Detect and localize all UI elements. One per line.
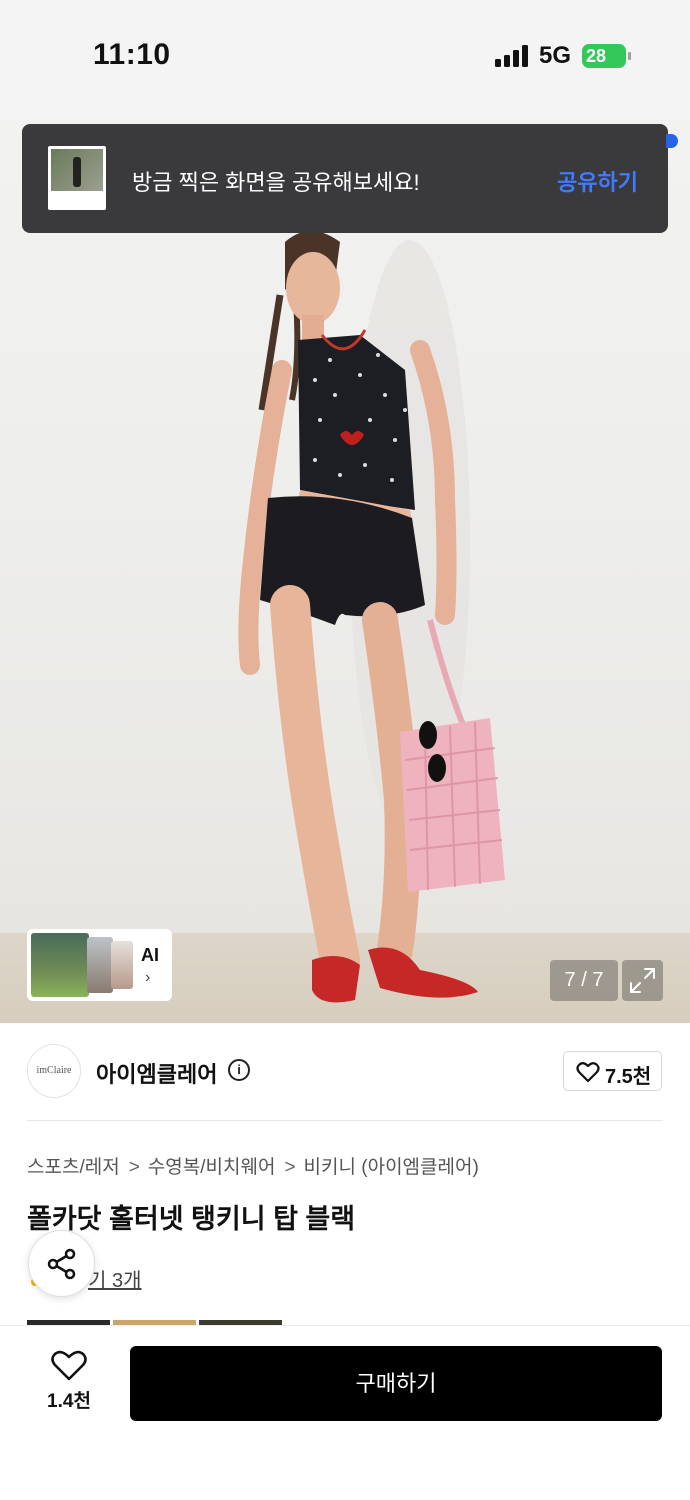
share-now-button[interactable]: 공유하기 [557, 165, 638, 197]
brand-like-count: 7.5천 [605, 1066, 652, 1088]
ai-thumbnail-2 [87, 937, 113, 993]
expand-button[interactable] [622, 960, 663, 1001]
brand-logo[interactable]: imClaire [27, 1044, 81, 1098]
review-link[interactable]: 기 3개 [88, 1264, 141, 1293]
product-title: 폴카닷 홀터넷 탱키니 탑 블랙 [27, 1204, 356, 1234]
brand-like-button[interactable]: 7.5천 [563, 1051, 662, 1091]
divider [27, 1120, 663, 1121]
info-icon[interactable]: i [228, 1059, 250, 1081]
battery-icon: 28 [582, 44, 631, 68]
thumbnail-image [51, 149, 103, 191]
screenshot-thumbnail[interactable] [48, 146, 106, 210]
breadcrumb: 스포츠/레저 > 수영복/비치웨어 > 비키니 (아이엠클레어) [27, 1152, 479, 1179]
signal-icon [495, 45, 529, 67]
network-type: 5G [539, 42, 572, 69]
share-icon [47, 1248, 76, 1280]
heart-icon [576, 1062, 600, 1083]
breadcrumb-item-sports[interactable]: 스포츠/레저 [27, 1157, 120, 1178]
ai-label: AI [141, 945, 159, 965]
bottom-action-bar: 1.4천 구매하기 [0, 1325, 690, 1500]
wishlist-button[interactable]: 1.4천 [36, 1350, 102, 1420]
expand-icon [630, 968, 655, 993]
breadcrumb-item-swimwear[interactable]: 수영복/비치웨어 [148, 1157, 276, 1178]
battery-level: 28 [586, 46, 607, 66]
chevron-right-icon: › [145, 969, 151, 986]
chevron-right-icon: > [284, 1157, 296, 1178]
image-counter: 7 / 7 [550, 960, 618, 1001]
buy-button[interactable]: 구매하기 [130, 1346, 662, 1421]
product-image[interactable] [0, 120, 690, 1023]
model-photo [238, 231, 505, 1003]
wishlist-count: 1.4천 [47, 1391, 91, 1412]
status-bar: 11:10 5G 28 [0, 0, 690, 120]
chevron-right-icon: > [128, 1157, 140, 1178]
status-time: 11:10 [93, 38, 171, 71]
share-toast: 방금 찍은 화면을 공유해보세요! 공유하기 [22, 124, 668, 233]
breadcrumb-item-bikini[interactable]: 비키니 (아이엠클레어) [304, 1157, 479, 1178]
ai-thumbnail-1 [31, 933, 89, 997]
toast-message: 방금 찍은 화면을 공유해보세요! [132, 170, 420, 195]
share-button[interactable] [28, 1230, 95, 1297]
heart-icon [51, 1350, 87, 1381]
ai-similar-looks-button[interactable]: AI › [27, 929, 172, 1001]
brand-name[interactable]: 아이엠클레어 [96, 1057, 217, 1089]
ai-thumbnail-3 [111, 941, 133, 989]
